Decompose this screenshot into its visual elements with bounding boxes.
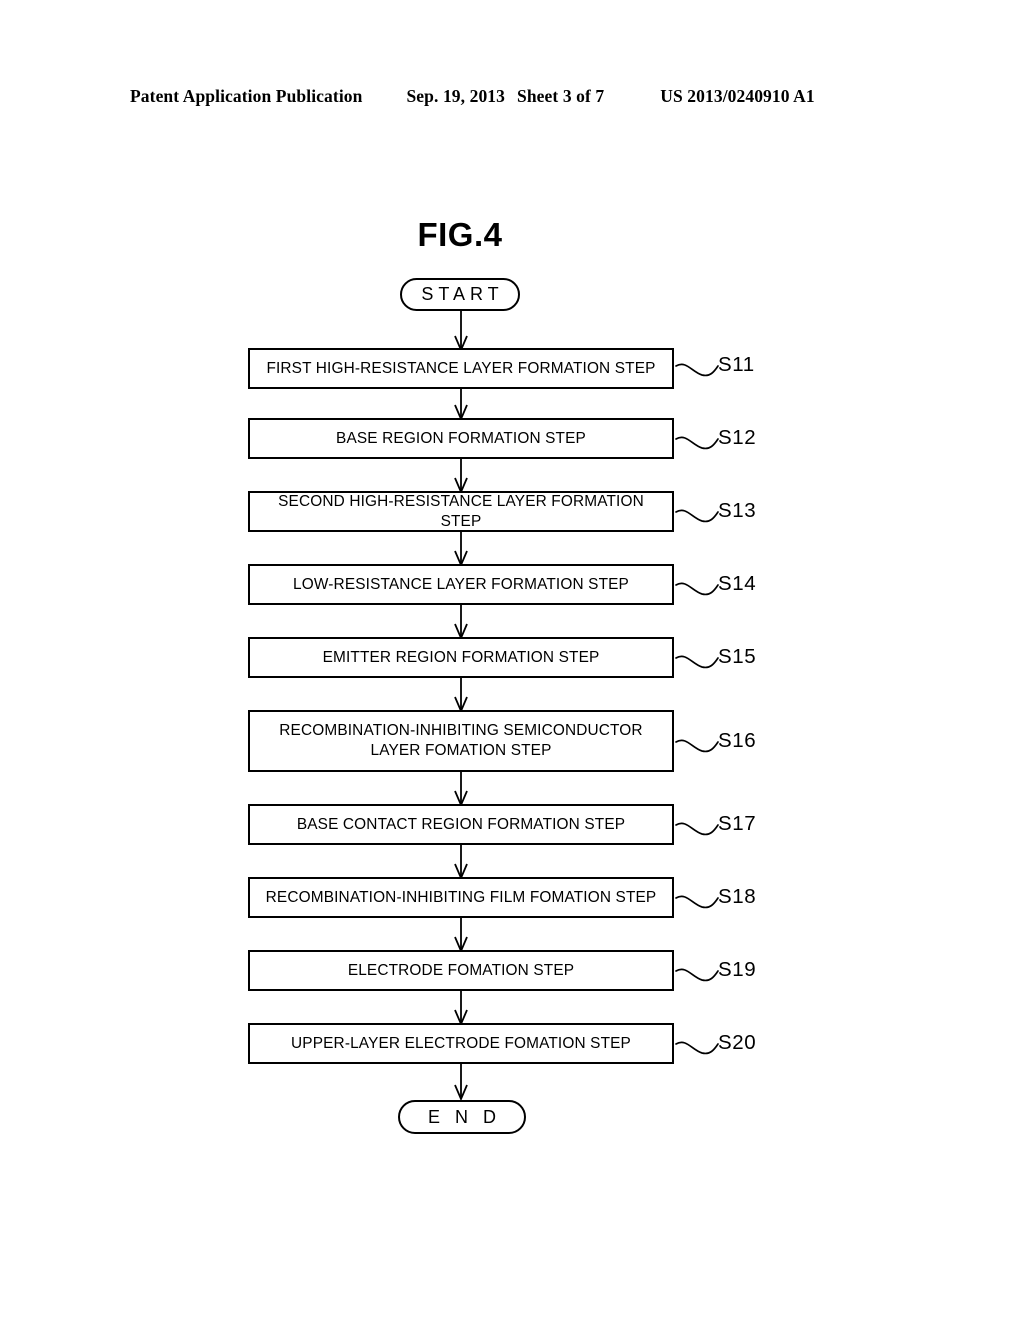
leader-s18 bbox=[675, 895, 719, 909]
step-box-s12: BASE REGION FORMATION STEP bbox=[248, 418, 674, 459]
leader-s13 bbox=[675, 509, 719, 523]
step-box-s18: RECOMBINATION-INHIBITING FILM FOMATION S… bbox=[248, 877, 674, 918]
leader-s11 bbox=[675, 363, 719, 377]
leader-s20 bbox=[675, 1041, 719, 1055]
step-box-s15: EMITTER REGION FORMATION STEP bbox=[248, 637, 674, 678]
step-ref-s17: S17 bbox=[718, 812, 757, 835]
step-ref-s11: S11 bbox=[718, 353, 755, 376]
step-box-s14: LOW-RESISTANCE LAYER FORMATION STEP bbox=[248, 564, 674, 605]
step-text-s11: FIRST HIGH-RESISTANCE LAYER FORMATION ST… bbox=[266, 359, 656, 377]
step-box-s19: ELECTRODE FOMATION STEP bbox=[248, 950, 674, 991]
leader-s19 bbox=[675, 968, 719, 982]
step-text-s19: ELECTRODE FOMATION STEP bbox=[347, 961, 575, 979]
step-box-s17: BASE CONTACT REGION FORMATION STEP bbox=[248, 804, 674, 845]
step-ref-s19: S19 bbox=[718, 958, 757, 981]
step-ref-s13: S13 bbox=[718, 499, 757, 522]
step-text-s16: RECOMBINATION-INHIBITING SEMICONDUCTOR L… bbox=[279, 722, 643, 759]
flowchart-start-terminator: START bbox=[400, 278, 520, 311]
flowchart-end-terminator: E N D bbox=[398, 1100, 526, 1134]
flowchart-diagram: START FIRST HIGH-RESISTANCE LAYER FORMAT… bbox=[0, 0, 1024, 1320]
step-text-s14: LOW-RESISTANCE LAYER FORMATION STEP bbox=[293, 575, 629, 593]
end-label: E N D bbox=[427, 1106, 501, 1127]
step-ref-s20: S20 bbox=[718, 1031, 757, 1054]
step-ref-s18: S18 bbox=[718, 885, 757, 908]
step-text-s15: EMITTER REGION FORMATION STEP bbox=[322, 648, 600, 666]
step-box-s16: RECOMBINATION-INHIBITING SEMICONDUCTOR L… bbox=[248, 710, 674, 772]
step-box-s13: SECOND HIGH-RESISTANCE LAYER FORMATION S… bbox=[248, 491, 674, 532]
step-text-s12: BASE REGION FORMATION STEP bbox=[336, 429, 586, 447]
step-box-s20: UPPER-LAYER ELECTRODE FOMATION STEP bbox=[248, 1023, 674, 1064]
leader-s15 bbox=[675, 655, 719, 669]
start-label: START bbox=[421, 284, 504, 304]
step-text-s17: BASE CONTACT REGION FORMATION STEP bbox=[296, 815, 626, 833]
leader-s16 bbox=[675, 739, 719, 753]
step-text-s13: SECOND HIGH-RESISTANCE LAYER FORMATION S… bbox=[278, 492, 644, 530]
step-text-s20: UPPER-LAYER ELECTRODE FOMATION STEP bbox=[291, 1034, 631, 1052]
step-box-s11: FIRST HIGH-RESISTANCE LAYER FORMATION ST… bbox=[248, 348, 674, 389]
step-ref-s14: S14 bbox=[718, 572, 757, 595]
step-text-s18: RECOMBINATION-INHIBITING FILM FOMATION S… bbox=[265, 888, 657, 906]
leader-s17 bbox=[675, 822, 719, 836]
leader-s14 bbox=[675, 582, 719, 596]
step-ref-s15: S15 bbox=[718, 645, 757, 668]
step-ref-s16: S16 bbox=[718, 729, 757, 752]
leader-s12 bbox=[675, 436, 719, 450]
step-ref-s12: S12 bbox=[718, 426, 757, 449]
